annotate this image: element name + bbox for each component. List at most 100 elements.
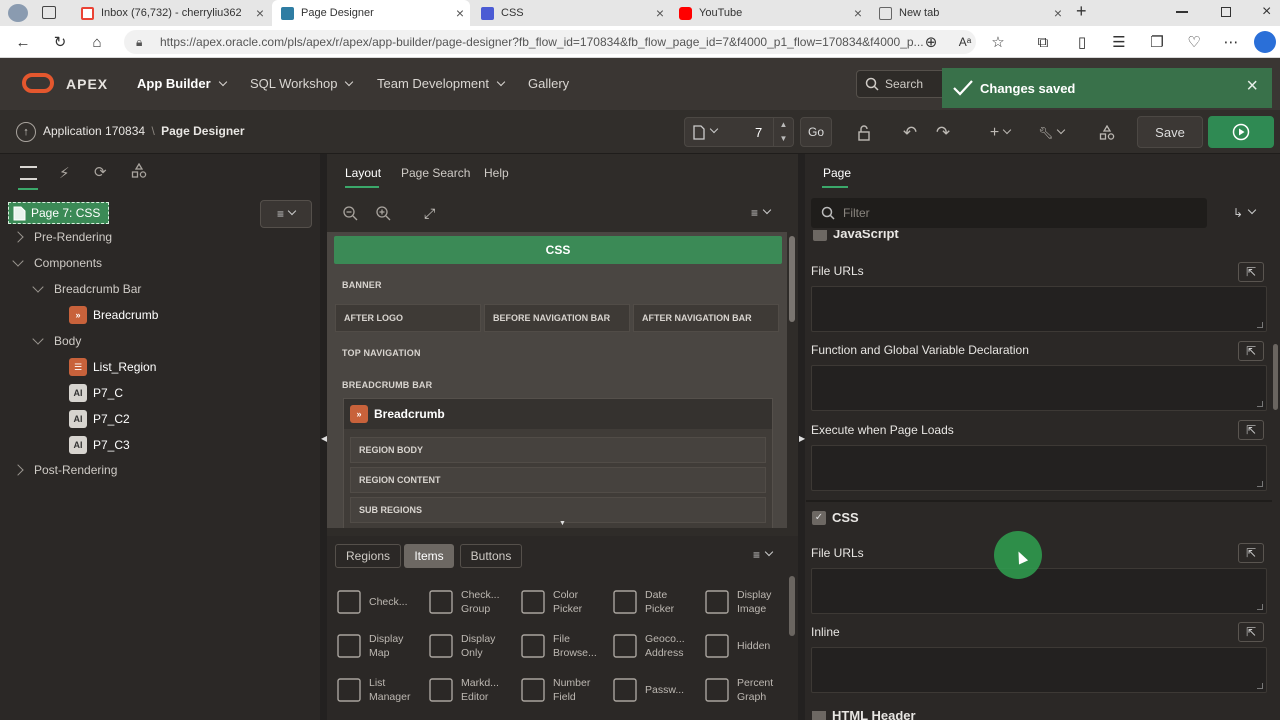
new-tab-button[interactable]: + [1076, 1, 1087, 22]
zoom-icon[interactable]: ⊕ [922, 33, 940, 51]
minimize-icon[interactable] [1176, 11, 1188, 13]
css-inline-textarea[interactable] [811, 647, 1267, 693]
gallery-item-checkbox-group[interactable]: Check... Group [427, 580, 519, 624]
right-splitter[interactable]: ▶ [798, 154, 805, 720]
gallery-item-markdown-editor[interactable]: Markd... Editor [427, 668, 519, 712]
slot-after-logo[interactable]: AFTER LOGO [335, 304, 481, 332]
browser-tab-new[interactable]: New tab × [870, 0, 1068, 26]
home-icon[interactable]: ⌂ [88, 33, 106, 51]
slot-after-navigation-bar[interactable]: AFTER NAVIGATION BAR [633, 304, 779, 332]
tab-page-search[interactable]: Page Search [401, 166, 470, 180]
gallery-menu-button[interactable]: ≡ [753, 547, 774, 562]
close-tab-icon[interactable]: × [456, 5, 464, 21]
slot-sub-regions[interactable]: SUB REGIONS [350, 497, 766, 523]
oracle-logo-icon[interactable] [22, 73, 54, 93]
gallery-tab-items[interactable]: Items [404, 544, 454, 568]
run-page-button[interactable] [1208, 116, 1274, 148]
tab-help[interactable]: Help [484, 166, 509, 180]
tree-node-pre-rendering[interactable]: Pre-Rendering [12, 226, 112, 248]
expand-editor-icon[interactable]: ⇱ [1238, 262, 1264, 282]
maximize-icon[interactable] [1221, 7, 1231, 17]
layout-canvas[interactable]: CSS BANNER AFTER LOGO BEFORE NAVIGATION … [327, 232, 787, 528]
expand-editor-icon[interactable]: ⇱ [1238, 543, 1264, 563]
collections-icon[interactable]: ❐ [1148, 33, 1166, 51]
url-field[interactable]: 🔒︎ https://apex.oracle.com/pls/apex/r/ap… [124, 30, 976, 54]
nav-gallery[interactable]: Gallery [528, 58, 569, 110]
tree-menu-button[interactable]: ≡ [260, 200, 312, 228]
gallery-item-file-browse[interactable]: File Browse... [519, 624, 611, 668]
profile-avatar-icon[interactable] [8, 4, 28, 22]
zoom-in-icon[interactable] [375, 205, 391, 221]
page-title-region[interactable]: CSS [334, 236, 782, 264]
tree-node-components[interactable]: Components [12, 252, 102, 274]
go-to-group-button[interactable]: ↳ [1233, 205, 1257, 220]
go-button[interactable]: Go [800, 117, 832, 147]
slot-top-navigation[interactable]: TOP NAVIGATION [342, 348, 421, 358]
gallery-item-display-image[interactable]: Display Image [703, 580, 795, 624]
tree-node-page[interactable]: Page 7: CSS [8, 202, 110, 224]
function-declaration-textarea[interactable] [811, 365, 1267, 411]
group-css[interactable]: ✓ CSS [812, 510, 859, 525]
filter-input[interactable]: Filter [811, 198, 1207, 228]
gallery-item-password[interactable]: Passw... [611, 668, 703, 712]
back-icon[interactable]: ← [14, 33, 32, 51]
gallery-item-percent-graph[interactable]: Percent Graph [703, 668, 795, 712]
favorites-icon[interactable]: ☰ [1110, 33, 1128, 51]
gallery-item-display-map[interactable]: Display Map [335, 624, 427, 668]
rendering-tab-icon[interactable] [20, 166, 37, 180]
tab-page[interactable]: Page [823, 166, 851, 180]
close-tab-icon[interactable]: × [256, 5, 264, 21]
slot-region-content[interactable]: REGION CONTENT [350, 467, 766, 493]
redo-icon[interactable]: ↷ [933, 123, 953, 143]
gallery-item-date-picker[interactable]: Date Picker [611, 580, 703, 624]
utilities-wrench-icon[interactable]: 🔧︎ [1036, 123, 1066, 143]
browser-essentials-icon[interactable]: ♡ [1185, 33, 1203, 51]
search-button[interactable]: Search [856, 70, 946, 98]
gallery-item-geocoded-address[interactable]: Geoco... Address [611, 624, 703, 668]
dynamic-actions-tab-icon[interactable]: ⚡︎ [59, 164, 70, 182]
undo-icon[interactable]: ↶ [900, 123, 920, 143]
tree-node-list-region[interactable]: ☰ List_Region [69, 356, 156, 378]
lock-page-icon[interactable] [854, 123, 874, 143]
group-javascript[interactable]: JavaScript [813, 230, 899, 241]
css-file-urls-textarea[interactable] [811, 568, 1267, 614]
close-window-icon[interactable]: × [1262, 3, 1271, 21]
page-selector[interactable]: 7 ▲ ▼ [684, 117, 794, 147]
gallery-tab-regions[interactable]: Regions [335, 544, 401, 568]
gallery-item-hidden[interactable]: Hidden [703, 624, 795, 668]
tab-actions-icon[interactable] [42, 6, 56, 19]
nav-sql-workshop[interactable]: SQL Workshop [250, 58, 354, 110]
slot-before-navigation-bar[interactable]: BEFORE NAVIGATION BAR [484, 304, 630, 332]
slot-breadcrumb-bar[interactable]: BREADCRUMB BAR [342, 380, 432, 390]
tree-node-p7-c2[interactable]: AI P7_C2 [69, 408, 130, 430]
close-toast-icon[interactable]: × [1246, 75, 1258, 98]
read-aloud-icon[interactable]: Aᵃ [956, 33, 974, 51]
execute-on-load-textarea[interactable] [811, 445, 1267, 491]
close-tab-icon[interactable]: × [854, 5, 862, 21]
browser-tab-css[interactable]: CSS × [472, 0, 670, 26]
browser-tab-inbox[interactable]: Inbox (76,732) - cherryliu362@g… × [72, 0, 270, 26]
expand-editor-icon[interactable]: ⇱ [1238, 341, 1264, 361]
tab-layout[interactable]: Layout [345, 166, 381, 180]
slot-region-body[interactable]: REGION BODY [350, 437, 766, 463]
gallery-item-number-field[interactable]: Number Field [519, 668, 611, 712]
left-splitter[interactable]: ◀ [320, 154, 327, 720]
favorite-star-icon[interactable]: ☆ [989, 33, 1007, 51]
layout-menu-button[interactable]: ≡ [751, 205, 772, 220]
up-arrow-icon[interactable]: ↑ [16, 122, 36, 142]
refresh-icon[interactable]: ↻ [51, 33, 69, 51]
tree-node-breadcrumb[interactable]: » Breadcrumb [69, 304, 158, 326]
expand-icon[interactable]: ⤢ [424, 205, 435, 222]
gallery-item-display-only[interactable]: Display Only [427, 624, 519, 668]
breadcrumb-region-box[interactable]: » Breadcrumb REGION BODY REGION CONTENT … [343, 398, 773, 528]
more-options-icon[interactable]: ⋯ [1222, 33, 1240, 51]
nav-team-development[interactable]: Team Development [377, 58, 506, 110]
extensions-icon[interactable]: ⧉ [1034, 33, 1052, 51]
page-stepper-icon[interactable]: ▲ ▼ [773, 118, 793, 146]
tree-node-body[interactable]: Body [32, 330, 81, 352]
zoom-out-icon[interactable] [342, 205, 358, 221]
expand-editor-icon[interactable]: ⇱ [1238, 622, 1264, 642]
breadcrumb-application-link[interactable]: Application 170834 [43, 124, 145, 138]
create-menu-button[interactable]: + [985, 123, 1015, 143]
group-html-header[interactable]: HTML Header [812, 711, 916, 720]
